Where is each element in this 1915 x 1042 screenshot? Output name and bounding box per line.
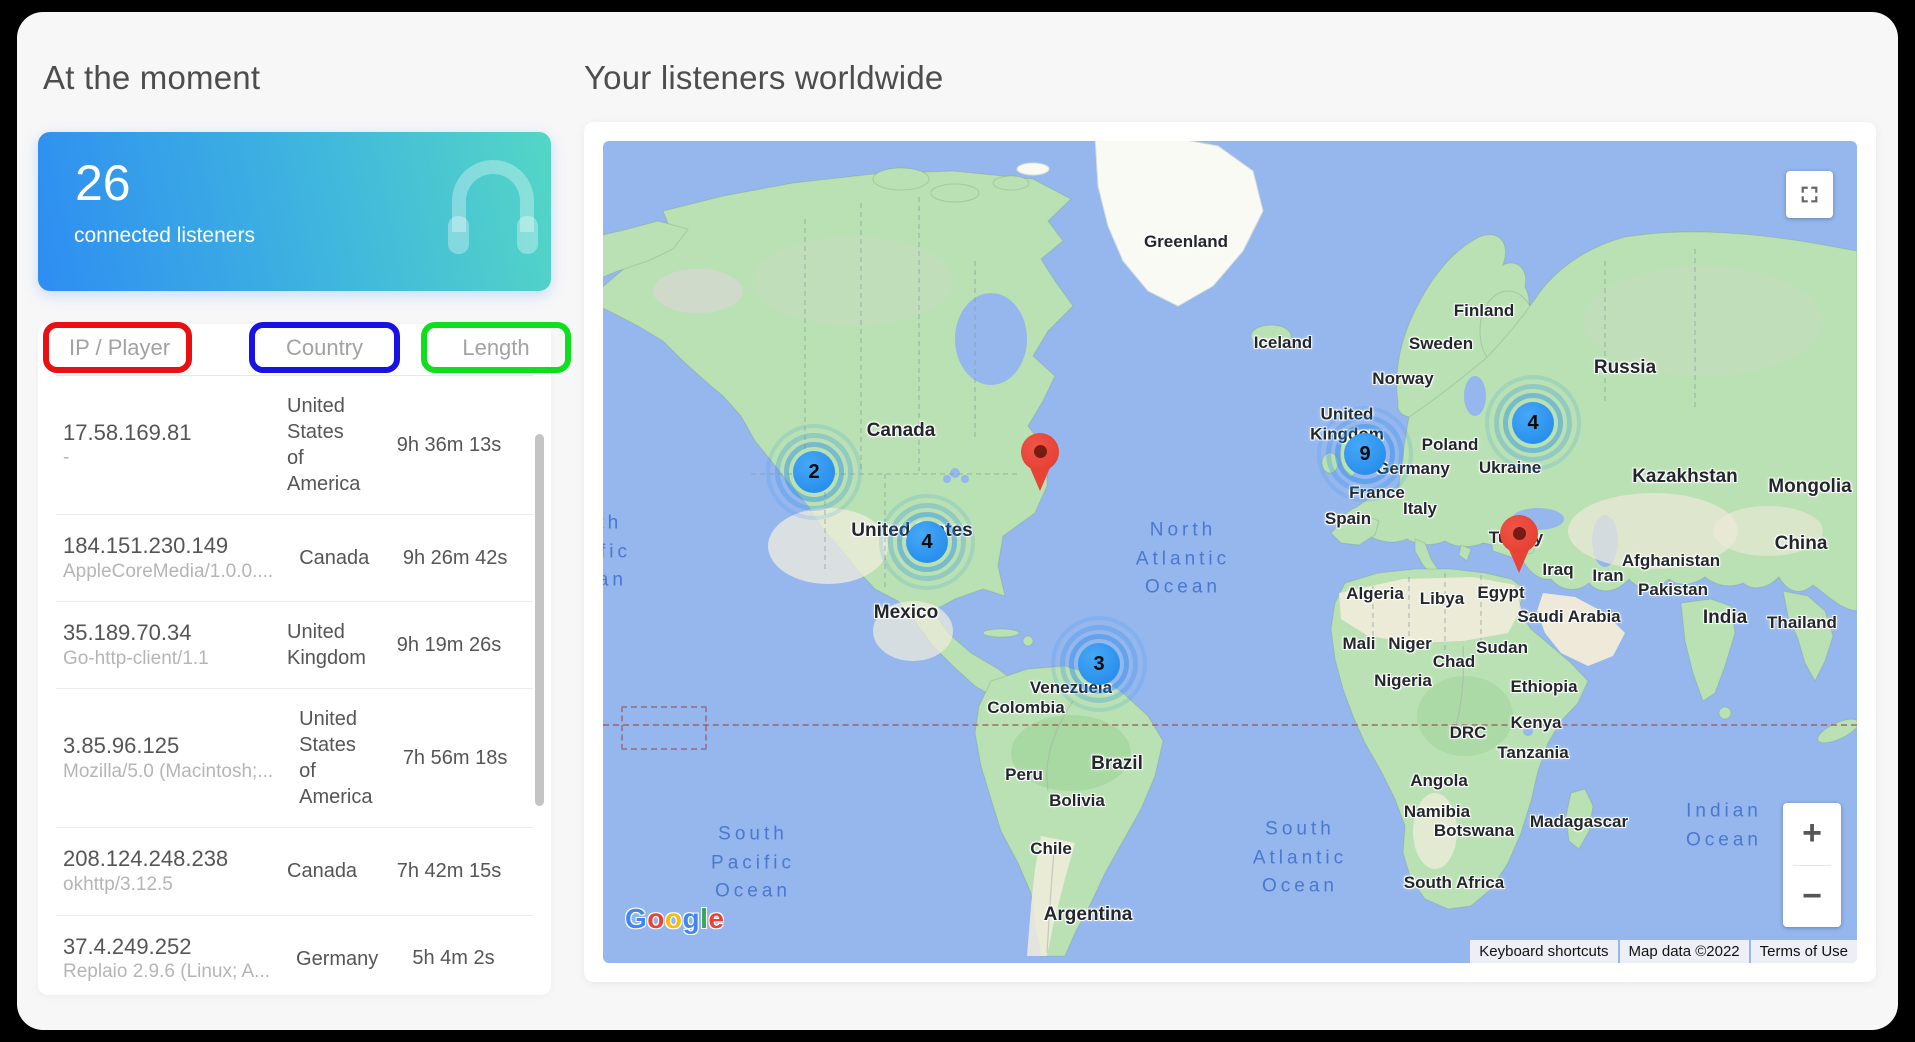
listener-ip: 17.58.169.81 bbox=[63, 419, 261, 447]
location-pin-icon[interactable] bbox=[1020, 433, 1060, 491]
ip-player-cell: 184.151.230.149 AppleCoreMedia/1.0.0.... bbox=[56, 532, 273, 584]
listener-country: Canada bbox=[299, 545, 377, 571]
listener-player: Mozilla/5.0 (Macintosh;... bbox=[63, 760, 273, 785]
connected-listeners-card: 26 connected listeners bbox=[38, 132, 551, 291]
map-data-label: Map data ©2022 bbox=[1620, 940, 1749, 963]
listener-country: United States of America bbox=[299, 706, 377, 810]
table-row: 3.85.96.125 Mozilla/5.0 (Macintosh;... U… bbox=[56, 688, 533, 827]
map-attribution: Keyboard shortcuts Map data ©2022 Terms … bbox=[1468, 940, 1857, 963]
headphones-icon bbox=[441, 160, 545, 276]
dashboard-panel: At the moment Your listeners worldwide 2… bbox=[17, 12, 1898, 1030]
listeners-table: 17.58.169.81 - United States of America … bbox=[38, 324, 551, 995]
listener-length: 9h 36m 13s bbox=[365, 434, 533, 457]
listener-country-cell: Canada bbox=[261, 858, 365, 884]
keyboard-shortcuts-button[interactable]: Keyboard shortcuts bbox=[1470, 940, 1617, 963]
table-row: 17.58.169.81 - United States of America … bbox=[56, 376, 533, 514]
listener-ip: 35.189.70.34 bbox=[63, 619, 261, 647]
right-section-title: Your listeners worldwide bbox=[584, 59, 943, 97]
listener-player: Replaio 2.9.6 (Linux; A... bbox=[63, 960, 270, 985]
equator-line bbox=[603, 724, 1857, 726]
listener-count: 26 bbox=[75, 154, 131, 212]
listener-ip: 37.4.249.252 bbox=[63, 933, 270, 961]
listener-player: AppleCoreMedia/1.0.0.... bbox=[63, 560, 273, 585]
ip-player-cell: 17.58.169.81 - bbox=[56, 419, 261, 471]
ip-player-cell: 3.85.96.125 Mozilla/5.0 (Macintosh;... bbox=[56, 732, 273, 784]
listener-country-cell: United States of America bbox=[261, 393, 365, 497]
dashed-boundary bbox=[621, 706, 707, 750]
listener-cluster-marker[interactable]: 4 bbox=[906, 521, 948, 563]
terms-of-use-link[interactable]: Terms of Use bbox=[1751, 940, 1857, 963]
world-map-land bbox=[603, 141, 1857, 963]
listener-country-cell: United Kingdom bbox=[261, 619, 365, 671]
listener-ip: 184.151.230.149 bbox=[63, 532, 273, 560]
listener-country-cell: Canada bbox=[273, 545, 377, 571]
fullscreen-icon bbox=[1799, 184, 1820, 205]
listener-length: 5h 4m 2s bbox=[374, 947, 533, 970]
listener-length: 9h 26m 42s bbox=[377, 547, 533, 570]
listener-country-cell: Germany bbox=[270, 946, 374, 972]
listener-length: 9h 19m 26s bbox=[365, 634, 533, 657]
listener-cluster-marker[interactable]: 3 bbox=[1078, 643, 1120, 685]
listener-country: United States of America bbox=[287, 393, 365, 497]
table-rows: 17.58.169.81 - United States of America … bbox=[56, 376, 533, 995]
listener-cluster-marker[interactable]: 9 bbox=[1344, 433, 1386, 475]
cluster-count: 4 bbox=[1512, 402, 1554, 444]
listener-cluster-marker[interactable]: 4 bbox=[1512, 402, 1554, 444]
ip-player-cell: 208.124.248.238 okhttp/3.12.5 bbox=[56, 845, 261, 897]
cluster-count: 4 bbox=[906, 521, 948, 563]
listener-length: 7h 42m 15s bbox=[365, 860, 533, 883]
table-header-row bbox=[56, 324, 533, 376]
map-canvas[interactable]: North Pacific OceanNorth Atlantic OceanS… bbox=[603, 141, 1857, 963]
cluster-count: 9 bbox=[1344, 433, 1386, 475]
listener-length: 7h 56m 18s bbox=[377, 747, 533, 770]
table-scrollbar[interactable] bbox=[535, 434, 544, 806]
fullscreen-button[interactable] bbox=[1786, 171, 1833, 218]
listener-cluster-marker[interactable]: 2 bbox=[793, 451, 835, 493]
listener-country: Canada bbox=[287, 858, 365, 884]
listener-player: okhttp/3.12.5 bbox=[63, 873, 261, 898]
table-row: 35.189.70.34 Go-http-client/1.1 United K… bbox=[56, 601, 533, 688]
table-row: 37.4.249.252 Replaio 2.9.6 (Linux; A... … bbox=[56, 915, 533, 995]
zoom-control: + − bbox=[1783, 803, 1841, 927]
listener-country: United Kingdom bbox=[287, 619, 365, 671]
ip-player-cell: 37.4.249.252 Replaio 2.9.6 (Linux; A... bbox=[56, 933, 270, 985]
ip-player-cell: 35.189.70.34 Go-http-client/1.1 bbox=[56, 619, 261, 671]
table-row: 208.124.248.238 okhttp/3.12.5 Canada 7h … bbox=[56, 827, 533, 914]
location-pin-icon[interactable] bbox=[1499, 515, 1539, 573]
listener-player: Go-http-client/1.1 bbox=[63, 647, 261, 672]
map-card: North Pacific OceanNorth Atlantic OceanS… bbox=[584, 122, 1876, 982]
listener-player: - bbox=[63, 446, 261, 471]
table-row: 184.151.230.149 AppleCoreMedia/1.0.0....… bbox=[56, 514, 533, 601]
listener-count-label: connected listeners bbox=[74, 224, 255, 248]
google-logo[interactable]: Google bbox=[625, 903, 724, 935]
listener-country-cell: United States of America bbox=[273, 706, 377, 810]
cluster-count: 2 bbox=[793, 451, 835, 493]
zoom-out-button[interactable]: − bbox=[1783, 866, 1841, 928]
listener-ip: 3.85.96.125 bbox=[63, 732, 273, 760]
cluster-count: 3 bbox=[1078, 643, 1120, 685]
left-section-title: At the moment bbox=[43, 59, 260, 97]
zoom-in-button[interactable]: + bbox=[1783, 803, 1841, 865]
listener-country: Germany bbox=[296, 946, 374, 972]
listener-ip: 208.124.248.238 bbox=[63, 845, 261, 873]
